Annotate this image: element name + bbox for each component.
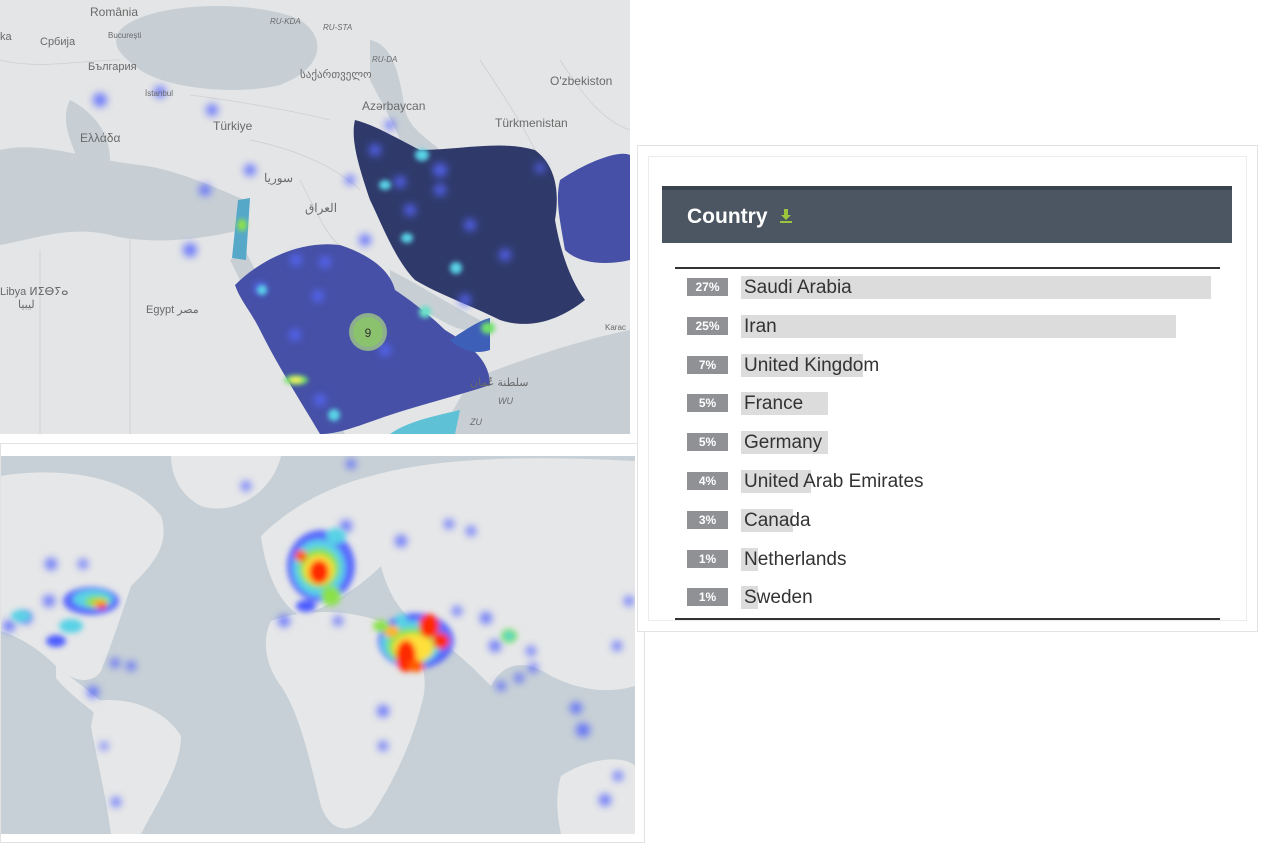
label-ru-kda: RU-KDA xyxy=(270,17,301,26)
label-libya: Libya ⵍⵉⴱⵢⴰ xyxy=(0,286,68,298)
label-syria: سوريا xyxy=(264,171,293,185)
country-row[interactable]: 25% Iran xyxy=(675,308,1220,347)
country-percent-badge: 5% xyxy=(687,394,728,413)
country-name: United Arab Emirates xyxy=(744,470,924,492)
country-name: France xyxy=(744,393,804,415)
label-romania: România xyxy=(90,5,138,19)
country-name: Sweden xyxy=(744,587,813,609)
label-turkey: Türkiye xyxy=(213,119,253,133)
label-serbia: Србија xyxy=(40,36,76,48)
country-row[interactable]: 4% United Arab Emirates xyxy=(675,463,1220,502)
label-turkmenistan: Türkmenistan xyxy=(495,116,568,130)
country-percent-badge: 1% xyxy=(687,549,728,568)
country-row[interactable]: 5% France xyxy=(675,385,1220,424)
country-percent-badge: 25% xyxy=(687,316,728,335)
label-ru-da: RU-DA xyxy=(372,55,397,64)
country-row[interactable]: 1% Netherlands xyxy=(675,541,1220,580)
label-libya-ar: ليبيا xyxy=(18,299,35,311)
world-map-frame xyxy=(0,443,645,843)
country-name: Germany xyxy=(744,432,823,454)
label-georgia: საქართველო xyxy=(300,68,372,81)
label-egypt: Egypt مصر xyxy=(146,304,199,316)
label-bulgaria: България xyxy=(88,61,137,73)
label-azerbaijan: Azərbaycan xyxy=(362,99,425,113)
label-oman: سلطنة عُمان xyxy=(470,376,529,389)
label-istanbul: İstanbul xyxy=(145,89,173,98)
country-row[interactable]: 7% United Kingdom xyxy=(675,347,1220,386)
country-name: United Kingdom xyxy=(744,354,880,376)
label-greece: Ελλάδα xyxy=(80,131,120,145)
country-row[interactable]: 27% Saudi Arabia xyxy=(675,269,1220,308)
cluster-marker[interactable]: 9 xyxy=(349,313,387,351)
country-share-bar xyxy=(741,314,1176,338)
label-karachi: Karac xyxy=(605,323,626,332)
country-percent-badge: 27% xyxy=(687,278,728,296)
country-name: Saudi Arabia xyxy=(744,277,852,298)
country-name: Iran xyxy=(744,315,777,337)
country-percent-badge: 1% xyxy=(687,588,728,607)
country-row[interactable]: 3% Canada xyxy=(675,502,1220,541)
country-row[interactable]: 5% Germany xyxy=(675,424,1220,463)
country-percent-badge: 3% xyxy=(687,510,728,529)
middle-east-map[interactable]: 9 România Србија București България İsta… xyxy=(0,0,630,434)
world-heatmap[interactable] xyxy=(1,456,635,834)
country-name: Canada xyxy=(744,509,811,531)
cluster-count: 9 xyxy=(365,326,372,340)
country-name: Netherlands xyxy=(744,548,847,570)
label-ru-sta: RU-STA xyxy=(323,23,352,32)
country-percent-badge: 5% xyxy=(687,433,728,452)
country-percent-badge: 4% xyxy=(687,471,728,490)
country-percent-badge: 7% xyxy=(687,355,728,374)
middle-east-map-canvas: 9 România Србија București България İsta… xyxy=(0,0,630,434)
label-wu: WU xyxy=(498,396,513,406)
country-list: 27% Saudi Arabia 25% Iran 7% United Kingdom 5%… xyxy=(675,267,1220,621)
country-row[interactable]: 1% Sweden xyxy=(675,579,1220,618)
label-ka: ka xyxy=(0,31,13,43)
world-heatmap-canvas xyxy=(1,456,635,834)
label-uzbekistan: O'zbekiston xyxy=(550,74,612,88)
country-header: Country xyxy=(662,186,1232,243)
label-iraq: العراق xyxy=(305,201,337,215)
country-panel: Country 27% Saudi Arabia 25% Iran 7% United K… xyxy=(637,145,1258,632)
country-title: Country xyxy=(687,205,768,228)
download-icon[interactable] xyxy=(779,208,793,224)
label-zu: ZU xyxy=(469,417,482,427)
label-bucharest: București xyxy=(108,31,142,40)
